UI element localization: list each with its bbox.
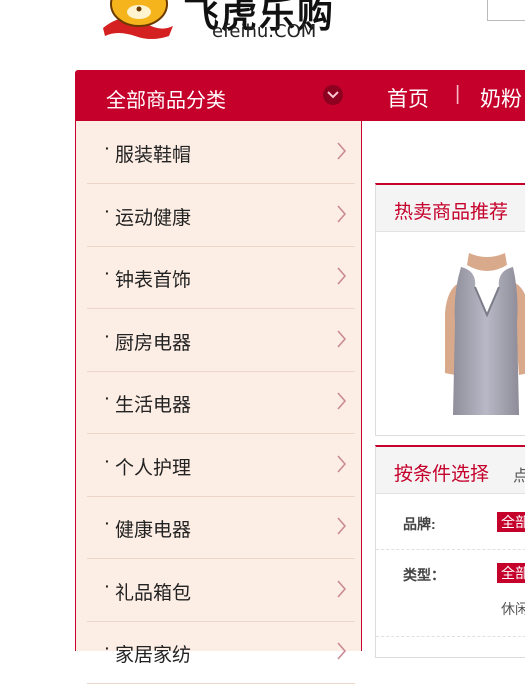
category-label: 健康电器 bbox=[115, 520, 192, 541]
hot-products-header: 热卖商品推荐 bbox=[376, 185, 525, 232]
content-top-area bbox=[361, 121, 525, 171]
chevron-right-icon bbox=[337, 642, 347, 660]
nav-link-home[interactable]: 首页 bbox=[387, 83, 429, 113]
category-label: 服装鞋帽 bbox=[115, 145, 192, 166]
category-toggle-button[interactable] bbox=[323, 85, 343, 105]
filter-key-type: 类型： bbox=[403, 567, 445, 583]
category-item[interactable]: · 钟表首饰 bbox=[87, 246, 355, 309]
nav-separator: | bbox=[455, 83, 461, 105]
category-label: 家居家纺 bbox=[115, 645, 192, 666]
chevron-right-icon bbox=[337, 579, 347, 598]
category-item[interactable]: · 礼品箱包 bbox=[87, 559, 355, 622]
bullet-dot: · bbox=[105, 202, 110, 219]
bullet-dot: · bbox=[105, 577, 110, 594]
category-item[interactable]: · 生活电器 bbox=[87, 371, 355, 434]
filter-tag-brand-all[interactable]: 全部 bbox=[497, 512, 525, 532]
category-label: 厨房电器 bbox=[115, 332, 192, 354]
site-logo[interactable]: 飞虎乐购 efeihu.COM bbox=[95, 0, 360, 45]
chevron-right-icon bbox=[337, 267, 347, 285]
category-item[interactable]: · 运动健康 bbox=[87, 184, 355, 247]
category-item[interactable]: · 个人护理 bbox=[87, 434, 355, 497]
category-item[interactable]: · 家居家纺 bbox=[87, 621, 355, 684]
bullet-dot: · bbox=[105, 640, 110, 656]
main-nav-bar: 全部商品分类 首页 | 奶粉 bbox=[75, 70, 525, 121]
bullet-dot: · bbox=[105, 452, 110, 469]
filter-panel: 按条件选择 点 品牌: 全部 类型： 全部 休闲 bbox=[375, 445, 525, 658]
filter-row-type: 类型： 全部 休闲 bbox=[376, 550, 525, 637]
chevron-right-icon bbox=[337, 142, 347, 160]
nav-link-milk[interactable]: 奶粉 bbox=[480, 83, 522, 113]
filter-row-brand: 品牌: 全部 bbox=[376, 495, 525, 550]
bullet-dot: · bbox=[105, 140, 110, 156]
logo-text-en: efeihu.COM bbox=[212, 21, 317, 42]
filter-title: 按条件选择 bbox=[394, 464, 490, 485]
chevron-right-icon bbox=[337, 517, 347, 535]
category-label: 运动健康 bbox=[115, 207, 192, 229]
tiger-mascot-icon bbox=[103, 0, 173, 39]
filter-key-brand: 品牌: bbox=[403, 516, 436, 532]
category-item[interactable]: · 服装鞋帽 bbox=[87, 121, 355, 184]
hot-products-panel: 热卖商品推荐 bbox=[375, 183, 525, 436]
chevron-right-icon bbox=[337, 392, 347, 410]
category-label: 生活电器 bbox=[115, 395, 192, 416]
chevron-right-icon bbox=[337, 454, 347, 473]
category-label: 钟表首饰 bbox=[115, 270, 192, 291]
bullet-dot: · bbox=[105, 515, 110, 531]
chevron-right-icon bbox=[337, 329, 347, 348]
header-search-box[interactable] bbox=[487, 0, 525, 21]
bullet-dot: · bbox=[105, 390, 110, 406]
filter-option-casual[interactable]: 休闲 bbox=[501, 599, 525, 619]
category-label: 礼品箱包 bbox=[115, 582, 192, 604]
product-image[interactable] bbox=[437, 253, 525, 415]
filter-header: 按条件选择 点 bbox=[376, 447, 525, 494]
filter-tag-type-all[interactable]: 全部 bbox=[497, 563, 525, 583]
bullet-dot: · bbox=[105, 327, 110, 344]
bullet-dot: · bbox=[105, 265, 110, 281]
category-sidebar: · 服装鞋帽 · 运动健康 · 钟表首饰 · 厨房电器 · 生活电器 · 个人护理 · 健康电器 · 礼品箱包… bbox=[75, 121, 362, 684]
category-item[interactable]: · 厨房电器 bbox=[87, 309, 355, 372]
chevron-down-icon bbox=[327, 91, 339, 99]
filter-header-extra[interactable]: 点 bbox=[513, 462, 525, 486]
category-item[interactable]: · 健康电器 bbox=[87, 496, 355, 559]
hot-products-title: 热卖商品推荐 bbox=[394, 202, 509, 223]
chevron-right-icon bbox=[337, 204, 347, 223]
all-categories-title[interactable]: 全部商品分类 bbox=[106, 84, 226, 113]
category-label: 个人护理 bbox=[115, 457, 192, 479]
